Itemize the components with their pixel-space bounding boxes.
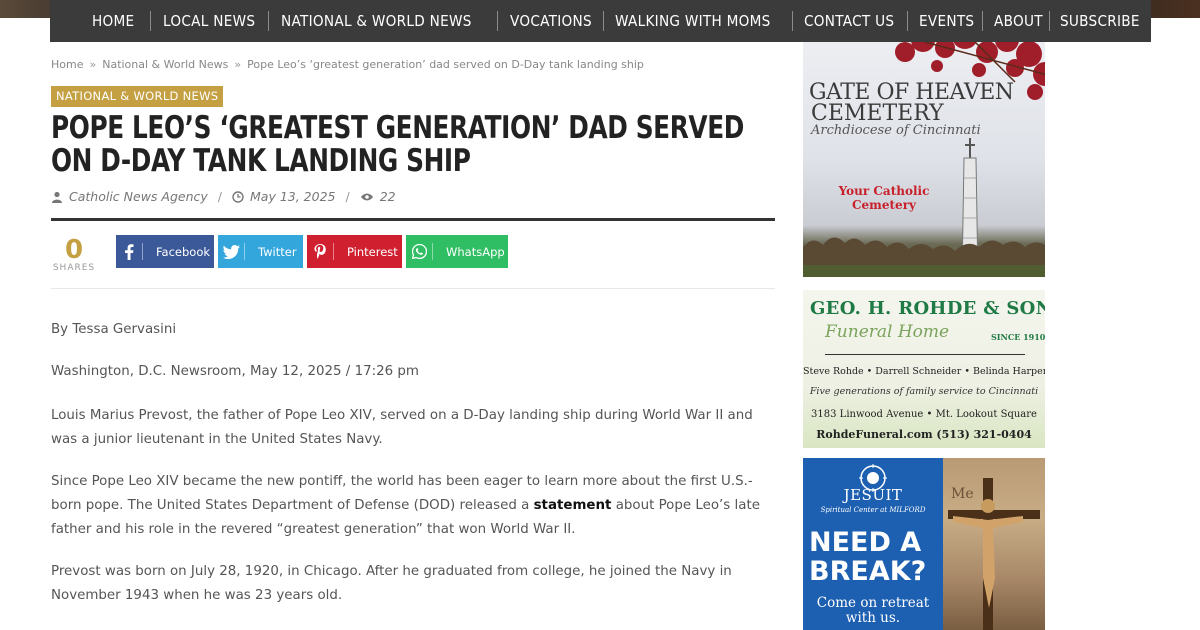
nav-contact-us[interactable]: CONTACT US — [804, 12, 894, 30]
breadcrumb-section[interactable]: National & World News — [102, 58, 228, 71]
nav-subscribe[interactable]: SUBSCRIBE — [1060, 12, 1140, 30]
nav-divider — [1049, 11, 1050, 31]
funeral-home-address: 3183 Linwood Avenue • Mt. Lookout Square — [811, 409, 1037, 420]
funeral-home-name: GEO. H. ROHDE & SON — [810, 298, 1045, 319]
clock-icon — [232, 190, 244, 203]
retreat-headline: NEED A BREAK? — [809, 528, 926, 586]
nav-about[interactable]: ABOUT — [994, 12, 1043, 30]
funeral-home-ad[interactable]: GEO. H. ROHDE & SON Funeral Home SINCE 1… — [803, 290, 1045, 448]
twitter-icon — [218, 235, 244, 268]
whatsapp-icon — [406, 235, 432, 268]
cemetery-tagline: Your Catholic Cemetery — [838, 184, 930, 212]
facebook-icon — [116, 235, 142, 268]
breadcrumb-current: Pope Leo’s ‘greatest generation’ dad ser… — [247, 58, 644, 71]
view-count: 22 — [379, 189, 396, 204]
article-byline: By Tessa Gervasini — [51, 322, 177, 337]
funeral-home-since: SINCE 1910 — [991, 332, 1045, 342]
nav-divider — [497, 11, 499, 31]
cemetery-archdiocese: Archdiocese of Cincinnati — [811, 123, 981, 138]
meta-divider: / — [217, 189, 222, 204]
retreat-headline-line1: NEED A — [809, 527, 922, 558]
button-divider — [142, 243, 143, 260]
retreat-cta: Come on retreat with us. — [816, 595, 930, 626]
retreat-headline-line2: BREAK? — [809, 556, 927, 587]
nav-divider — [603, 11, 605, 31]
share-count: 0 — [64, 235, 84, 265]
breadcrumb-separator: » — [234, 58, 242, 71]
nav-divider — [792, 11, 793, 31]
meta-divider: / — [345, 189, 350, 204]
title-divider — [51, 218, 775, 221]
nav-divider — [267, 11, 269, 31]
breadcrumb: Home » National & World News » Pope Leo’s ‘g… — [51, 58, 644, 71]
facebook-share-button[interactable]: Facebook — [116, 235, 214, 268]
article-meta: Catholic News Agency / May 13, 2025 / 22 — [51, 189, 396, 204]
article-title: POPE LEO’S ‘GREATEST GENERATION’ DAD SER… — [51, 110, 744, 179]
pinterest-label: Pinterest — [347, 244, 398, 259]
article-paragraph: Since Pope Leo XIV became the new pontif… — [51, 470, 775, 542]
share-divider — [51, 288, 775, 289]
button-divider — [432, 243, 433, 260]
category-badge[interactable]: NATIONAL & WORLD NEWS — [51, 86, 224, 107]
share-count-label: SHARES — [52, 263, 96, 273]
pinterest-icon — [307, 235, 333, 268]
funeral-home-contact: RohdeFuneral.com (513) 321-0404 — [816, 428, 1032, 441]
nav-walking-with-moms[interactable]: WALKING WITH MOMS — [615, 12, 771, 30]
eye-icon — [360, 193, 373, 200]
article-paragraph: Louis Marius Prevost, the father of Pope… — [51, 408, 753, 447]
breadcrumb-separator: » — [89, 58, 97, 71]
jesuit-retreat-ad[interactable]: Me JESUIT Spiritual Center at MILFORD NE… — [803, 458, 1045, 630]
whatsapp-share-button[interactable]: WhatsApp — [406, 235, 508, 268]
breadcrumb-home[interactable]: Home — [51, 58, 83, 71]
nav-vocations[interactable]: VOCATIONS — [510, 12, 592, 30]
jesuit-subbrand: Spiritual Center at MILFORD — [820, 506, 926, 514]
funeral-home-staff: Steve Rohde • Darrell Schneider • Belind… — [803, 366, 1045, 377]
treeline-graphic — [803, 237, 1045, 277]
button-divider — [244, 243, 245, 260]
ad-divider — [825, 354, 1025, 355]
article-paragraph: Prevost was born on July 28, 1920, in Ch… — [51, 564, 732, 603]
article-dateline: Washington, D.C. Newsroom, May 12, 2025 … — [51, 364, 419, 379]
statement-link[interactable]: statement — [534, 498, 612, 513]
main-nav: HOME LOCAL NEWS NATIONAL & WORLD NEWS VO… — [50, 0, 1151, 42]
nav-divider — [981, 11, 983, 31]
svg-text:Me: Me — [951, 486, 974, 502]
nav-national-world-news[interactable]: NATIONAL & WORLD NEWS — [281, 12, 472, 30]
author-link[interactable]: Catholic News Agency — [69, 189, 208, 204]
jesuit-brand: JESUIT — [843, 486, 903, 504]
nav-events[interactable]: EVENTS — [919, 12, 974, 30]
publish-date: May 13, 2025 — [250, 189, 336, 204]
pinterest-share-button[interactable]: Pinterest — [307, 235, 402, 268]
nav-home[interactable]: HOME — [92, 12, 134, 30]
nav-local-news[interactable]: LOCAL NEWS — [163, 12, 255, 30]
crucifix-icon: Me — [948, 478, 1040, 630]
twitter-share-button[interactable]: Twitter — [218, 235, 303, 268]
facebook-label: Facebook — [156, 244, 211, 259]
funeral-home-subtitle: Funeral Home — [825, 322, 950, 342]
whatsapp-label: WhatsApp — [446, 244, 505, 259]
button-divider — [333, 243, 334, 260]
cemetery-ad[interactable]: GATE OF HEAVEN CEMETERY Archdiocese of C… — [803, 42, 1045, 277]
nav-divider — [150, 11, 152, 31]
nav-divider — [906, 11, 908, 31]
user-icon — [52, 191, 62, 203]
twitter-label: Twitter — [258, 244, 297, 259]
share-counter: 0 SHARES — [51, 237, 97, 273]
funeral-home-tagline: Five generations of family service to Ci… — [809, 386, 1039, 397]
crucifix-photo: Me — [943, 458, 1045, 630]
